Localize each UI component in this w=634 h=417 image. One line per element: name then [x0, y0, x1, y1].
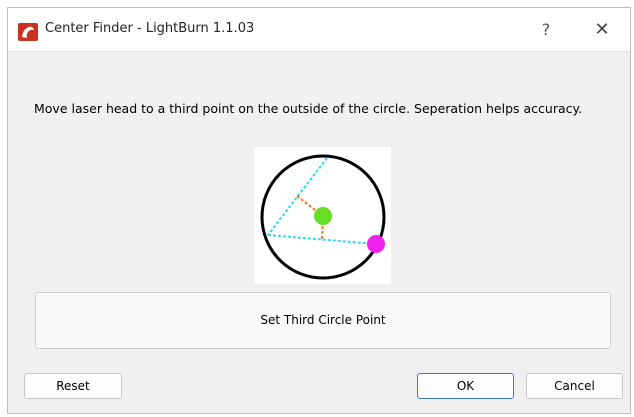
lightburn-app-icon	[18, 23, 38, 41]
help-button[interactable]: ?	[529, 14, 563, 46]
instruction-text: Move laser head to a third point on the …	[34, 101, 583, 116]
window-title: Center Finder - LightBurn 1.1.03	[45, 21, 255, 36]
reset-button[interactable]: Reset	[24, 373, 122, 399]
third-point-marker	[367, 235, 385, 253]
close-button[interactable]: ✕	[584, 14, 620, 46]
ok-button[interactable]: OK	[417, 373, 514, 399]
circle-diagram-svg	[260, 154, 386, 280]
center-finder-dialog: Center Finder - LightBurn 1.1.03 ? ✕ Mov…	[7, 7, 631, 414]
center-finder-diagram	[254, 147, 391, 284]
cancel-button[interactable]: Cancel	[526, 373, 623, 399]
close-icon: ✕	[594, 19, 610, 40]
center-point	[314, 207, 332, 225]
set-third-circle-point-button[interactable]: Set Third Circle Point	[35, 292, 611, 349]
title-bar: Center Finder - LightBurn 1.1.03 ? ✕	[8, 8, 630, 52]
